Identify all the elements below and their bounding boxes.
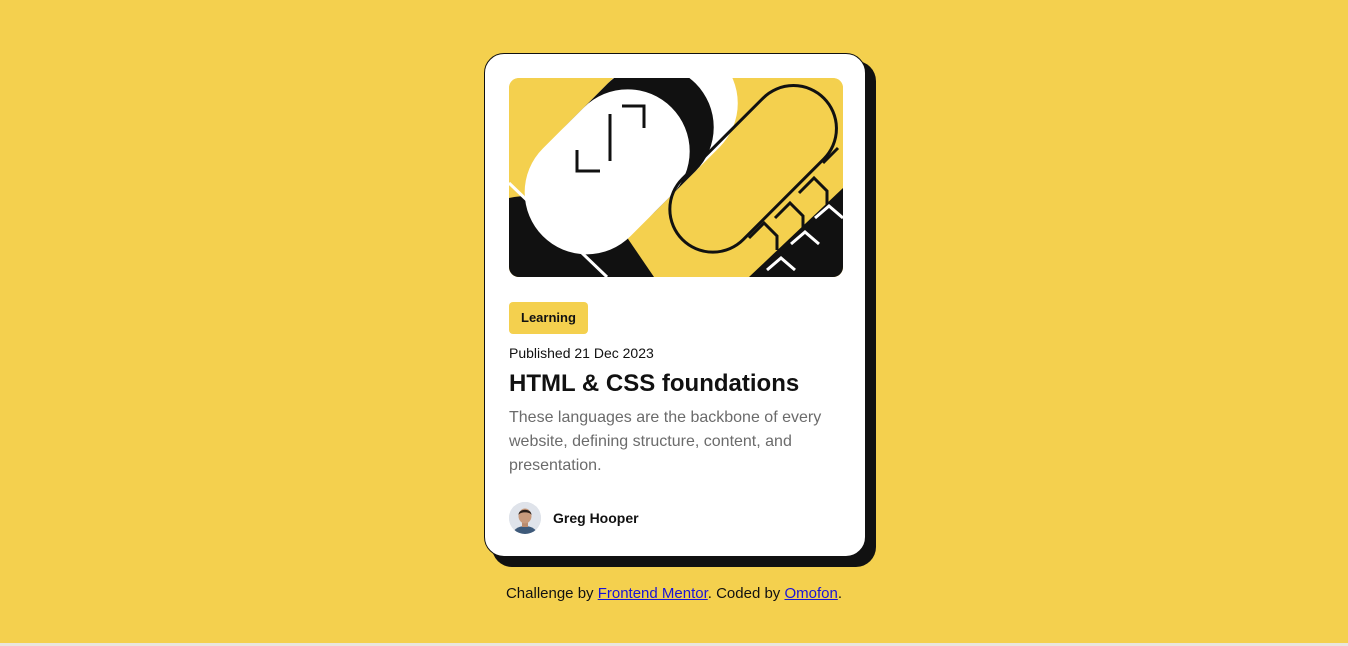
blog-preview-card: Learning Published 21 Dec 2023 HTML & CS… [484, 53, 866, 557]
frontend-mentor-link[interactable]: Frontend Mentor [598, 585, 708, 602]
category-tag: Learning [509, 302, 588, 334]
author-link[interactable]: Omofon [784, 585, 837, 602]
published-date: Published 21 Dec 2023 [509, 345, 654, 361]
card-description: These languages are the backbone of ever… [509, 409, 822, 474]
attribution-prefix: Challenge by [505, 585, 598, 602]
hero-illustration [509, 78, 843, 277]
card-title[interactable]: HTML & CSS foundations [509, 370, 799, 398]
author-name: Greg Hooper [553, 510, 639, 526]
author-info: Greg Hooper [509, 502, 639, 534]
attribution-suffix: . [837, 585, 843, 602]
attribution-middle: . Coded by [707, 585, 785, 602]
page: Learning Published 21 Dec 2023 HTML & CS… [0, 0, 1348, 646]
attribution: Challenge by Frontend Mentor. Coded by O… [0, 585, 1348, 602]
author-avatar [509, 502, 541, 534]
